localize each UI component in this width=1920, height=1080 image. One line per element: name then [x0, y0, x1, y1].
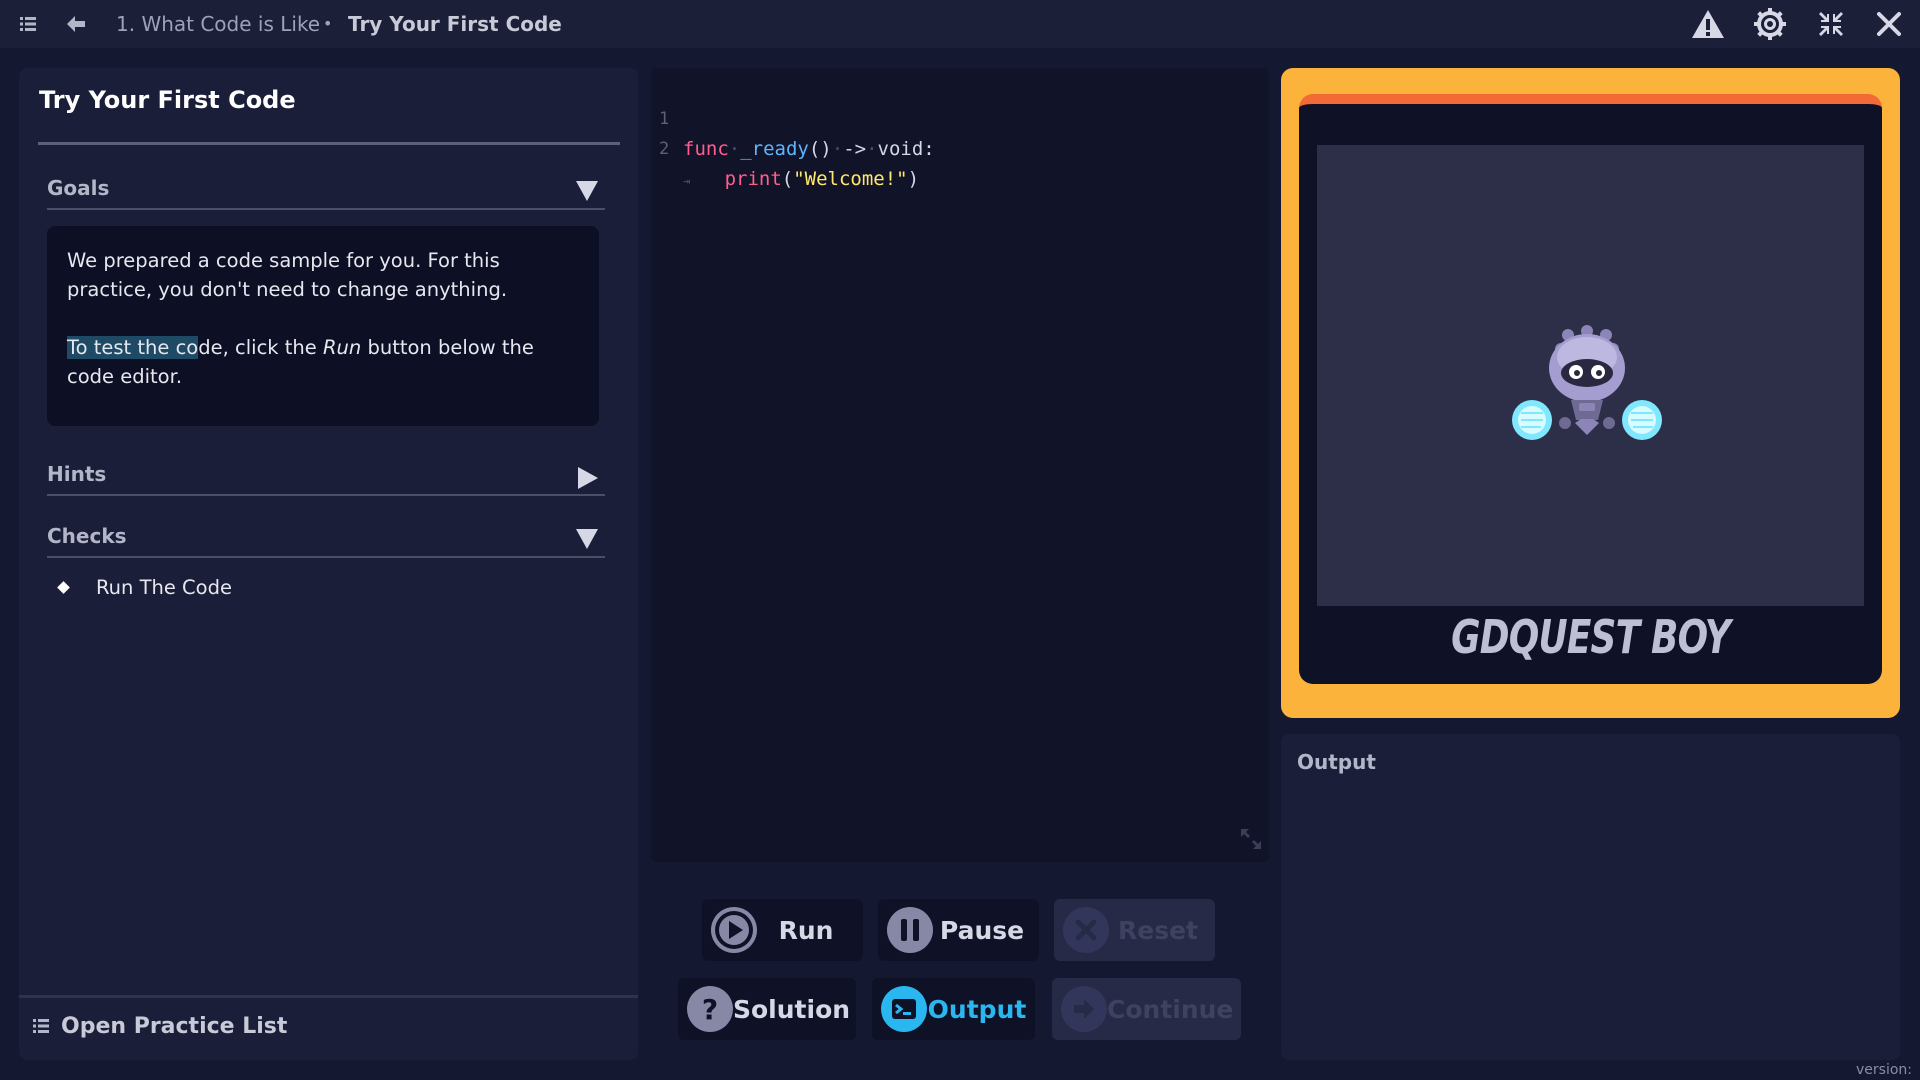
question-icon: ?: [687, 986, 733, 1032]
check-item: Run The Code: [57, 576, 232, 599]
game-screen[interactable]: [1317, 145, 1864, 606]
goals-paragraph-1: We prepared a code sample for you. For t…: [67, 249, 508, 301]
line-number: 2: [659, 139, 670, 159]
diamond-bullet-icon: [57, 581, 70, 594]
continue-label: Continue: [1107, 994, 1234, 1024]
gear-icon[interactable]: [1752, 0, 1788, 48]
hints-header[interactable]: Hints: [47, 456, 605, 496]
svg-text:?: ?: [702, 993, 718, 1026]
menu-icon[interactable]: [18, 0, 38, 48]
code-string: "Welcome!": [793, 168, 908, 190]
breadcrumb-parent[interactable]: 1. What Code is Like: [116, 0, 320, 48]
run-button[interactable]: Run: [702, 899, 863, 961]
output-label: Output: [927, 994, 1027, 1024]
fullscreen-icon[interactable]: [1816, 0, 1846, 48]
open-practice-list-label: Open Practice List: [61, 1014, 288, 1039]
reset-button[interactable]: Reset: [1054, 899, 1215, 961]
selected-text: To test the co: [67, 336, 199, 359]
goals-paragraph-2: To test the code, click the Run button b…: [67, 333, 579, 391]
output-button[interactable]: Output: [872, 978, 1035, 1040]
goals-label: Goals: [47, 176, 110, 200]
expand-icon[interactable]: [1239, 827, 1263, 856]
code-arrow: ->: [843, 138, 867, 160]
breadcrumb-separator: •: [323, 14, 333, 33]
code-line-1: 1 func·_ready()·->·void:: [651, 74, 935, 160]
reset-label: Reset: [1118, 915, 1198, 945]
footer-divider: [19, 995, 638, 998]
close-icon[interactable]: [1874, 0, 1904, 48]
reset-icon: [1063, 907, 1109, 953]
open-practice-list-button[interactable]: Open Practice List: [33, 1014, 287, 1039]
code-editor[interactable]: 1 func·_ready()·->·void: 2 ⇥ print("Welc…: [651, 68, 1269, 862]
pause-icon: [887, 907, 933, 953]
goals-content: We prepared a code sample for you. For t…: [47, 226, 599, 426]
robot-character-icon: [1512, 325, 1662, 440]
pause-button[interactable]: Pause: [878, 899, 1039, 961]
title-divider: [38, 142, 620, 145]
chevron-right-icon: [577, 466, 599, 494]
console-brand-logo: GDQUEST BOY: [1451, 610, 1731, 664]
hints-label: Hints: [47, 462, 107, 486]
warning-icon[interactable]: [1690, 0, 1726, 48]
code-paren: ): [907, 168, 920, 190]
game-preview-frame: GDQUEST BOY: [1281, 68, 1900, 718]
run-label: Run: [778, 915, 834, 945]
continue-button[interactable]: Continue: [1052, 978, 1241, 1040]
chevron-down-icon: [575, 180, 599, 206]
code-return-type: void:: [877, 138, 935, 160]
practice-panel: Try Your First Code Goals We prepared a …: [19, 68, 638, 1060]
code-function-call: print: [724, 168, 782, 190]
practice-title: Try Your First Code: [39, 86, 296, 114]
code-function-name: _ready: [740, 138, 809, 160]
code-parens: (): [808, 138, 832, 160]
back-arrow-icon[interactable]: [64, 0, 88, 48]
game-console: GDQUEST BOY: [1299, 94, 1882, 684]
goals-header[interactable]: Goals: [47, 170, 605, 210]
solution-label: Solution: [733, 994, 851, 1024]
chevron-down-icon: [575, 528, 599, 554]
top-bar: 1. What Code is Like • Try Your First Co…: [0, 0, 1920, 48]
version-label: version:: [1856, 1062, 1912, 1078]
breadcrumb-current: Try Your First Code: [348, 12, 562, 36]
terminal-icon: [881, 986, 927, 1032]
solution-button[interactable]: ? Solution: [678, 978, 856, 1040]
checks-label: Checks: [47, 524, 127, 548]
checks-header[interactable]: Checks: [47, 518, 605, 558]
play-icon: [711, 907, 757, 953]
check-item-label: Run The Code: [96, 576, 232, 599]
list-icon: [33, 1014, 49, 1039]
code-paren: (: [781, 168, 794, 190]
output-title: Output: [1297, 750, 1376, 774]
arrow-right-icon: [1061, 986, 1107, 1032]
code-line-2: 2 ⇥ print("Welcome!"): [651, 104, 919, 190]
goals-text: de, click the: [198, 336, 323, 359]
output-panel: Output: [1281, 734, 1900, 1060]
pause-label: Pause: [939, 915, 1025, 945]
run-emphasis: Run: [322, 336, 362, 359]
